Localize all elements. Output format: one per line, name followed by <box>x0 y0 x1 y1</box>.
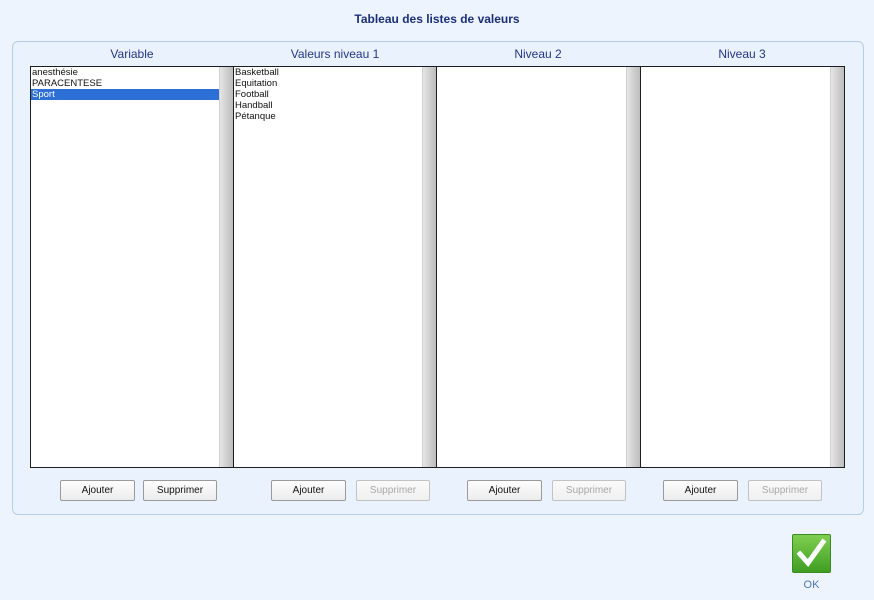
column-header-level-2: Niveau 2 <box>514 47 562 61</box>
variable-delete-button[interactable]: Supprimer <box>143 480 217 501</box>
ok-button-label[interactable]: OK <box>792 579 831 591</box>
level-3-add-button[interactable]: Ajouter <box>663 480 738 501</box>
level-3-list-items <box>641 67 830 467</box>
level-1-delete-button[interactable]: Supprimer <box>356 480 430 501</box>
column-header-level-1: Valeurs niveau 1 <box>290 47 380 61</box>
dialog: Tableau des listes de valeurs Variable a… <box>0 0 874 600</box>
checkmark-icon[interactable] <box>792 534 831 573</box>
list-item[interactable]: PARACENTESE <box>31 78 219 89</box>
level-2-list[interactable] <box>436 66 641 468</box>
level-2-add-button[interactable]: Ajouter <box>467 480 542 501</box>
level-1-list[interactable]: Basketball Equitation Football Handball … <box>233 66 437 468</box>
list-item[interactable]: Equitation <box>234 78 422 89</box>
level-2-delete-button[interactable]: Supprimer <box>552 480 626 501</box>
variable-list-items: anesthésie PARACENTESE Sport <box>31 67 219 467</box>
list-item[interactable]: Handball <box>234 100 422 111</box>
level-1-list-scrollbar[interactable] <box>422 67 436 467</box>
dialog-title: Tableau des listes de valeurs <box>354 12 520 26</box>
level-3-list[interactable] <box>640 66 845 468</box>
level-3-delete-button[interactable]: Supprimer <box>748 480 822 501</box>
column-header-level-3: Niveau 3 <box>718 47 766 61</box>
list-item[interactable]: Basketball <box>234 67 422 78</box>
variable-add-button[interactable]: Ajouter <box>60 480 135 501</box>
checkmark-glyph <box>796 538 827 568</box>
list-item[interactable]: Football <box>234 89 422 100</box>
list-item[interactable]: anesthésie <box>31 67 219 78</box>
level-2-list-items <box>437 67 626 467</box>
level-1-add-button[interactable]: Ajouter <box>271 480 346 501</box>
level-3-list-scrollbar[interactable] <box>830 67 844 467</box>
list-item-selected[interactable]: Sport <box>31 89 219 100</box>
variable-list[interactable]: anesthésie PARACENTESE Sport <box>30 66 234 468</box>
list-item[interactable]: Pétanque <box>234 111 422 122</box>
level-2-list-scrollbar[interactable] <box>626 67 640 467</box>
level-1-list-items: Basketball Equitation Football Handball … <box>234 67 422 467</box>
variable-list-scrollbar[interactable] <box>219 67 233 467</box>
column-header-variable: Variable <box>110 47 154 61</box>
